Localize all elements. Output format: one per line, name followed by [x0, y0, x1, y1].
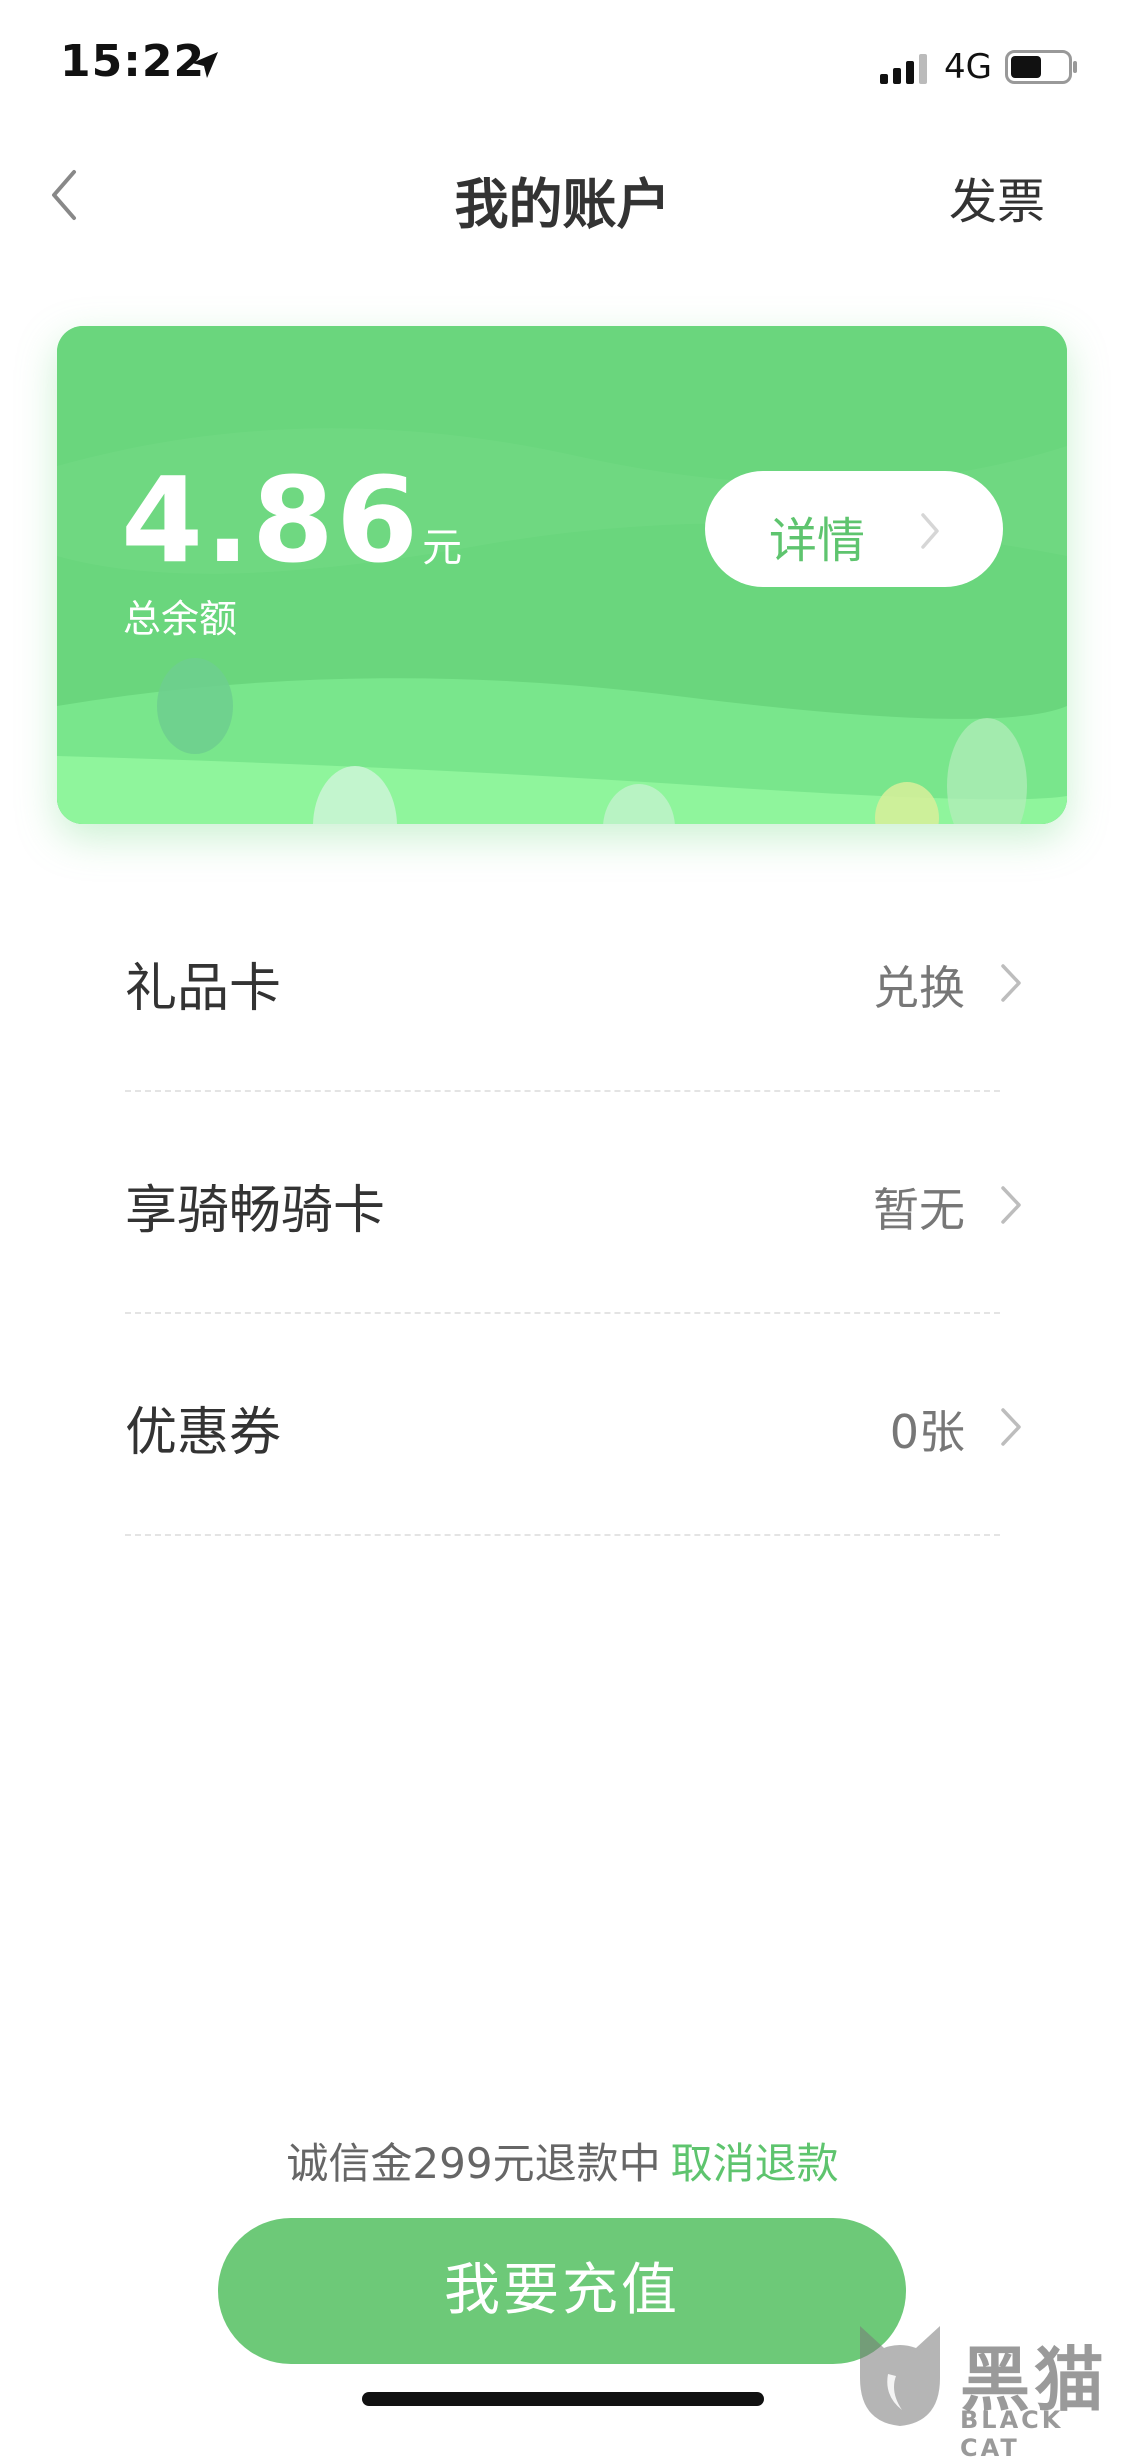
deposit-refund-text: 诚信金299元退款中 [286, 2139, 661, 2188]
home-indicator[interactable] [362, 2392, 764, 2406]
status-bar: 15:22 4G [0, 0, 1125, 140]
network-type: 4G [944, 47, 992, 87]
balance-row: 4.86元 [121, 451, 462, 589]
balance-label: 总余额 [123, 597, 238, 641]
list-item-ride-card[interactable]: 享骑畅骑卡 暂无 [125, 1092, 1025, 1314]
balance-unit: 元 [422, 525, 463, 571]
deposit-refund-status: 诚信金299元退款中 取消退款 [0, 2130, 1125, 2191]
divider [125, 1534, 1000, 1536]
chevron-right-icon [921, 513, 939, 549]
cellular-signal-icon [880, 54, 927, 84]
status-time: 15:22 [60, 36, 206, 87]
detail-button[interactable]: 详情 [705, 471, 1003, 587]
chevron-right-icon [1001, 964, 1021, 1002]
list-item-value: 暂无 [873, 1183, 965, 1237]
balance-card: 4.86元 总余额 详情 [57, 326, 1067, 824]
list-item-coupons[interactable]: 优惠券 0张 [125, 1314, 1025, 1536]
recharge-button-label: 我要充值 [444, 2258, 680, 2323]
invoice-button[interactable]: 发票 [949, 162, 1045, 232]
battery-icon [1005, 50, 1077, 84]
recharge-button[interactable]: 我要充值 [218, 2218, 906, 2364]
list-item-gift-card[interactable]: 礼品卡 兑换 [125, 870, 1025, 1092]
list-item-title: 优惠券 [125, 1403, 282, 1463]
watermark-text-en: BLACK CAT [960, 2406, 1064, 2462]
list-item-title: 礼品卡 [125, 959, 282, 1019]
chevron-right-icon [1001, 1408, 1021, 1446]
chevron-right-icon [1001, 1186, 1021, 1224]
balance-amount: 4.86 [121, 451, 421, 589]
account-list: 礼品卡 兑换 享骑畅骑卡 暂无 优惠券 0张 [125, 870, 1025, 1536]
black-cat-logo-icon [860, 2326, 940, 2426]
list-item-title: 享骑畅骑卡 [125, 1181, 386, 1241]
list-item-value: 兑换 [873, 961, 965, 1015]
list-item-value: 0张 [889, 1405, 965, 1459]
detail-button-label: 详情 [769, 513, 866, 569]
cancel-refund-link[interactable]: 取消退款 [671, 2139, 839, 2188]
watermark: 黑猫 BLACK CAT [850, 2318, 1125, 2462]
location-arrow-icon [192, 52, 218, 78]
